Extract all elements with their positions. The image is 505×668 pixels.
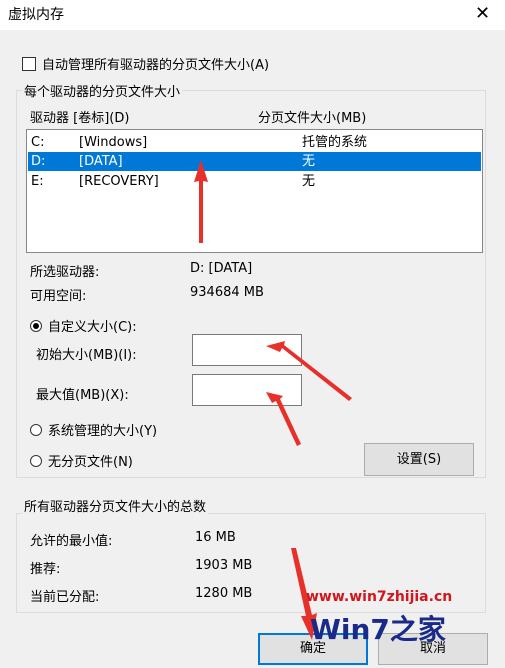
arrow-left-icon	[266, 341, 352, 401]
arrow-left-up-icon	[266, 392, 301, 446]
win7-logo: Win7之家	[310, 613, 446, 646]
arrow-up-icon	[194, 160, 208, 243]
logo-text: Win7之家	[310, 613, 446, 646]
annotation-arrows	[194, 160, 352, 640]
watermark-url: www.win7zhijia.cn	[306, 589, 453, 605]
